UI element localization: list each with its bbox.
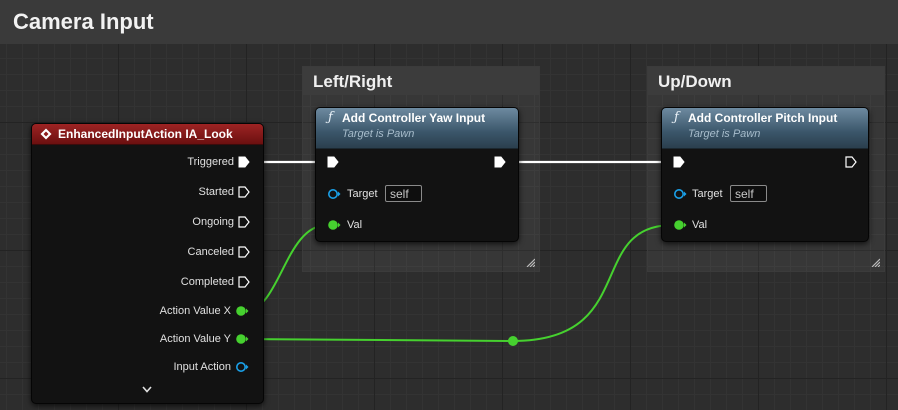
exec-pin-ongoing-icon[interactable] — [238, 216, 250, 228]
object-pin-target-pitch-icon[interactable] — [673, 188, 687, 200]
float-pin-val-pitch-icon[interactable] — [673, 219, 687, 231]
float-pin-val-yaw-icon[interactable] — [327, 219, 341, 231]
exec-pin-canceled-icon[interactable] — [238, 246, 250, 258]
function-icon: ƒ — [674, 110, 679, 125]
pitch-node-header[interactable]: ƒ Add Controller Pitch Input Target is P… — [662, 108, 868, 149]
pin-label-action-value-y: Action Value Y — [159, 333, 231, 345]
exec-out-pin-pitch-icon[interactable] — [845, 156, 857, 168]
yaw-node-subtitle: Target is Pawn — [342, 128, 415, 140]
exec-in-pin-yaw-icon[interactable] — [327, 156, 339, 168]
event-node-title: EnhancedInputAction IA_Look — [58, 127, 233, 141]
chevron-down-icon[interactable] — [141, 385, 153, 395]
exec-out-pin-yaw-icon[interactable] — [494, 156, 506, 168]
yaw-node-title: Add Controller Yaw Input — [342, 111, 486, 125]
add-controller-yaw-input-node[interactable]: ƒ Add Controller Yaw Input Target is Paw… — [315, 107, 519, 242]
exec-in-pin-pitch-icon[interactable] — [673, 156, 685, 168]
yaw-node-header[interactable]: ƒ Add Controller Yaw Input Target is Paw… — [316, 108, 518, 149]
pitch-target-label: Target — [692, 188, 723, 200]
exec-pin-triggered-icon[interactable] — [238, 156, 250, 168]
diamond-icon — [40, 128, 52, 140]
pin-label-started: Started — [198, 186, 234, 198]
pin-label-ongoing: Ongoing — [192, 216, 234, 228]
pin-label-input-action: Input Action — [173, 361, 232, 373]
object-pin-target-yaw-icon[interactable] — [327, 188, 341, 200]
pitch-val-label: Val — [692, 219, 708, 231]
function-icon: ƒ — [328, 110, 333, 125]
float-pin-x-icon[interactable] — [235, 305, 249, 317]
event-node-header[interactable]: EnhancedInputAction IA_Look — [32, 124, 263, 145]
exec-pin-started-icon[interactable] — [238, 186, 250, 198]
float-wire-y-to-pitch-val[interactable] — [244, 224, 674, 343]
float-pin-y-icon[interactable] — [235, 333, 249, 345]
reroute-node[interactable] — [508, 336, 518, 346]
pitch-node-title: Add Controller Pitch Input — [688, 111, 838, 125]
pin-label-completed: Completed — [180, 276, 234, 288]
yaw-target-label: Target — [347, 188, 378, 200]
pin-label-action-value-x: Action Value X — [159, 305, 231, 317]
pitch-target-field[interactable]: self — [730, 185, 767, 202]
pin-label-canceled: Canceled — [187, 246, 234, 258]
yaw-target-field[interactable]: self — [385, 185, 422, 202]
yaw-val-label: Val — [347, 219, 363, 231]
pin-label-triggered: Triggered — [187, 156, 234, 168]
pitch-node-subtitle: Target is Pawn — [688, 128, 761, 140]
object-pin-input-action-icon[interactable] — [235, 361, 249, 373]
exec-pin-completed-icon[interactable] — [238, 276, 250, 288]
